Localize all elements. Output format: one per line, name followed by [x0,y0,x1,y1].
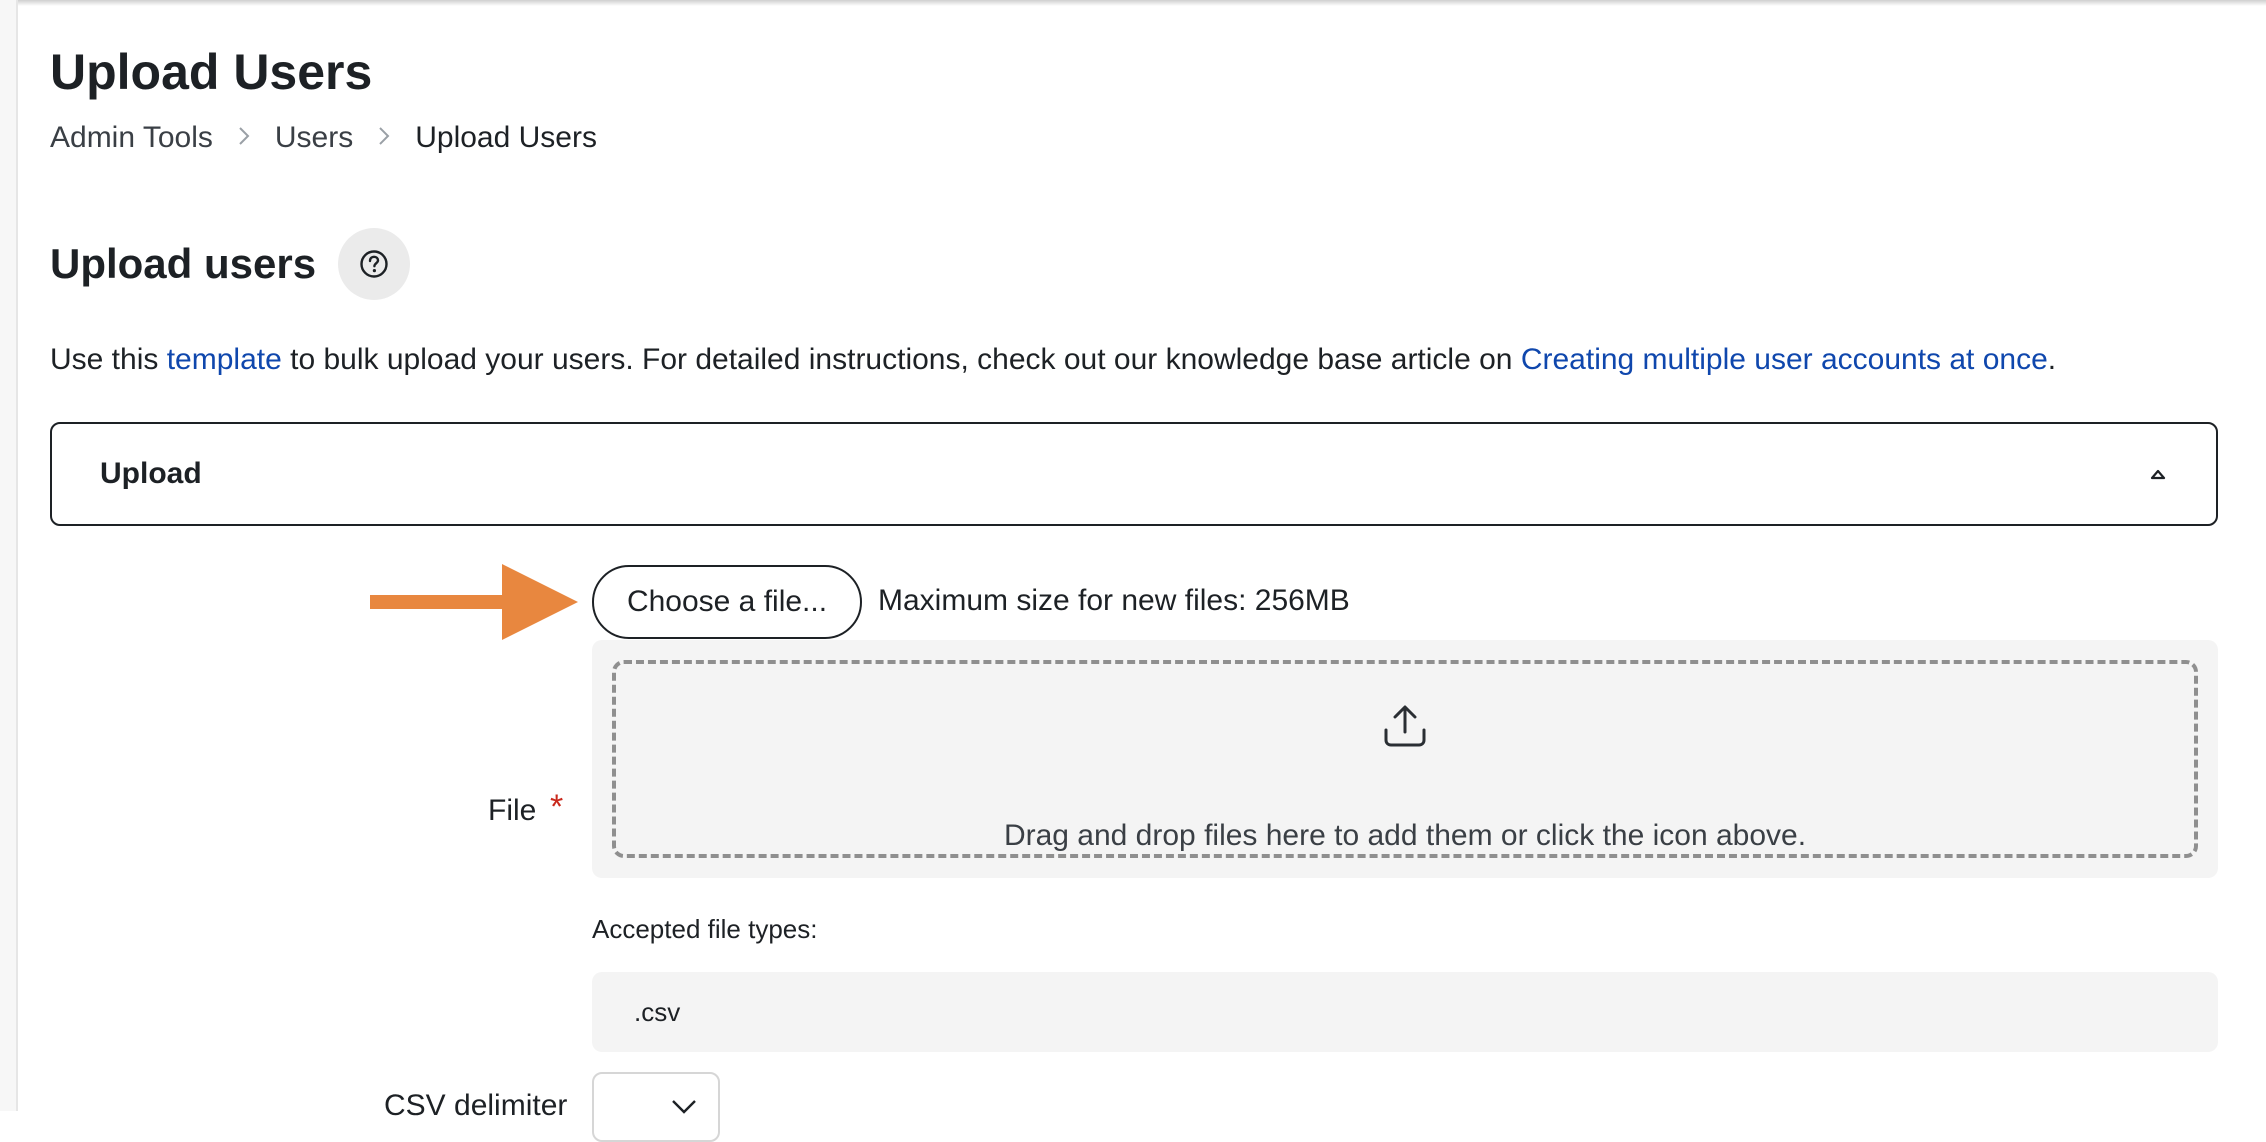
page-title: Upload Users [50,44,373,100]
help-circle-icon [360,250,388,278]
required-indicator: * [550,788,564,826]
breadcrumb-users[interactable]: Users [275,118,353,158]
dropzone-border: Drag and drop files here to add them or … [612,660,2198,858]
intro-text-start: Use this [50,343,167,376]
dropzone-text: Drag and drop files here to add them or … [1003,819,1807,852]
upload-section-toggle[interactable]: Upload [50,422,2218,526]
upload-section-title: Upload [100,457,202,490]
csv-delimiter-label: CSV delimiter [384,1089,568,1122]
article-link[interactable]: Creating multiple user accounts at once [1521,343,2048,376]
help-button[interactable] [338,228,410,300]
breadcrumb-admin-tools[interactable]: Admin Tools [50,118,213,158]
breadcrumb-current: Upload Users [415,121,597,154]
template-link[interactable]: template [167,343,282,376]
caret-up-icon [2146,462,2170,486]
top-shadow [0,0,2266,6]
file-dropzone[interactable]: Drag and drop files here to add them or … [592,640,2218,878]
left-rail [0,0,18,1111]
csv-delimiter-select[interactable] [592,1072,720,1142]
chevron-down-icon [672,1100,696,1114]
accepted-types-label: Accepted file types: [592,914,818,944]
chevron-right-icon [237,118,251,158]
chevron-right-icon [377,118,391,158]
max-file-size: Maximum size for new files: 256MB [878,584,1350,617]
upload-icon[interactable] [1381,702,1429,750]
intro-text-end: . [2047,343,2057,376]
file-label: File [488,794,537,827]
section-heading: Upload users [50,240,317,287]
intro-text: Use this template to bulk upload your us… [50,338,2056,382]
accepted-type-csv: .csv [634,996,681,1027]
choose-file-button[interactable]: Choose a file... [592,565,862,639]
arrow-right-icon [370,564,578,640]
breadcrumb: Admin Tools Users Upload Users [50,118,597,158]
intro-text-middle: to bulk upload your users. For detailed … [281,343,1521,376]
accepted-types-list: .csv [592,972,2218,1052]
